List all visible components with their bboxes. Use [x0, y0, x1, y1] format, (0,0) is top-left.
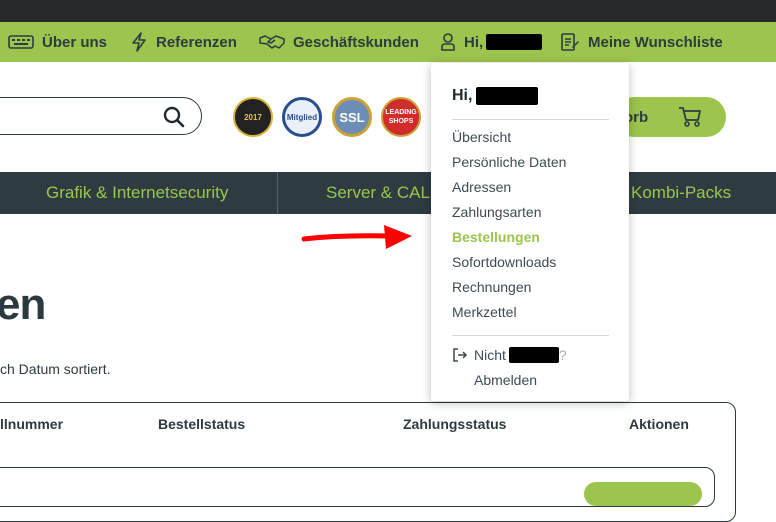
- browser-top-strip: [0, 0, 776, 22]
- leading-shops-badge-text: LEADING SHOPS: [385, 109, 417, 125]
- account-dropdown: Hi, Übersicht Persönliche Daten Adressen…: [431, 63, 629, 401]
- row-action-button[interactable]: [584, 482, 702, 506]
- business-customers-label: Geschäftskunden: [293, 33, 419, 51]
- menu-item-personal-data[interactable]: Persönliche Daten: [452, 153, 566, 178]
- member-badge-text: Mitglied: [286, 112, 318, 122]
- menu-item-overview[interactable]: Übersicht: [452, 128, 566, 153]
- dropdown-greeting-text: Hi,: [452, 87, 473, 104]
- account-menu: Übersicht Persönliche Daten Adressen Zah…: [452, 128, 566, 328]
- nav-item-server-cal[interactable]: Server & CAL: [326, 172, 430, 214]
- business-customers-link[interactable]: Geschäftskunden: [259, 22, 419, 62]
- column-header-order-number: llnummer: [0, 416, 64, 432]
- wishlist-label: Meine Wunschliste: [588, 33, 723, 51]
- cart-icon: [679, 107, 701, 127]
- page-subtitle: ch Datum sortiert.: [0, 361, 111, 377]
- ssl-badge-text: SSL: [339, 109, 365, 125]
- wishlist-link[interactable]: Meine Wunschliste: [560, 22, 723, 62]
- references-link[interactable]: Referenzen: [130, 22, 237, 62]
- member-badge: Mitglied: [282, 97, 322, 137]
- menu-item-invoices[interactable]: Rechnungen: [452, 278, 566, 303]
- references-label: Referenzen: [156, 33, 237, 51]
- nav-item-graphics-security[interactable]: Grafik & Internetsecurity: [46, 172, 228, 214]
- logout-line: Nicht ?: [452, 347, 567, 363]
- top-award-badge-text: 2017: [244, 112, 262, 122]
- account-menu-toggle[interactable]: Hi,: [440, 22, 543, 62]
- annotation-arrow: [301, 225, 412, 249]
- column-header-actions: Aktionen: [629, 416, 689, 432]
- logout-icon: [453, 348, 468, 362]
- menu-item-payment-methods[interactable]: Zahlungsarten: [452, 203, 566, 228]
- menu-item-instant-downloads[interactable]: Sofortdownloads: [452, 253, 566, 278]
- dropdown-greeting: Hi,: [452, 87, 539, 105]
- user-icon: [441, 33, 455, 51]
- column-header-payment-status: Zahlungsstatus: [403, 416, 507, 432]
- nav-separator: [277, 172, 278, 214]
- cart-button[interactable]: orb: [614, 97, 726, 137]
- leading-shops-badge: LEADING SHOPS: [381, 97, 421, 137]
- ssl-badge: SSL: [332, 97, 372, 137]
- wishlist-icon: [561, 33, 579, 51]
- nav-item-combi-packs[interactable]: Kombi-Packs: [631, 172, 731, 214]
- lightning-icon: [132, 32, 146, 52]
- page-title: en: [0, 280, 46, 329]
- logout-prefix: Nicht: [474, 347, 506, 363]
- redacted-username: [486, 34, 543, 50]
- keyboard-icon: [8, 35, 34, 49]
- logout-label: Abmelden: [474, 372, 538, 388]
- redacted-username: [508, 347, 559, 363]
- search-input[interactable]: [0, 97, 202, 135]
- menu-item-notepad[interactable]: Merkzettel: [452, 303, 566, 328]
- dropdown-divider: [452, 335, 609, 336]
- menu-item-orders[interactable]: Bestellungen: [452, 228, 566, 253]
- logout-suffix: ?: [558, 347, 567, 363]
- redacted-username: [476, 87, 539, 105]
- about-us-link[interactable]: Über uns: [8, 22, 107, 62]
- account-greeting: Hi,: [464, 33, 484, 51]
- column-header-order-status: Bestellstatus: [158, 416, 246, 432]
- search-icon[interactable]: [163, 106, 185, 128]
- about-us-label: Über uns: [42, 33, 108, 51]
- dropdown-divider: [452, 119, 609, 120]
- top-award-badge: 2017: [233, 97, 273, 137]
- menu-item-addresses[interactable]: Adressen: [452, 178, 566, 203]
- handshake-icon: [259, 35, 285, 49]
